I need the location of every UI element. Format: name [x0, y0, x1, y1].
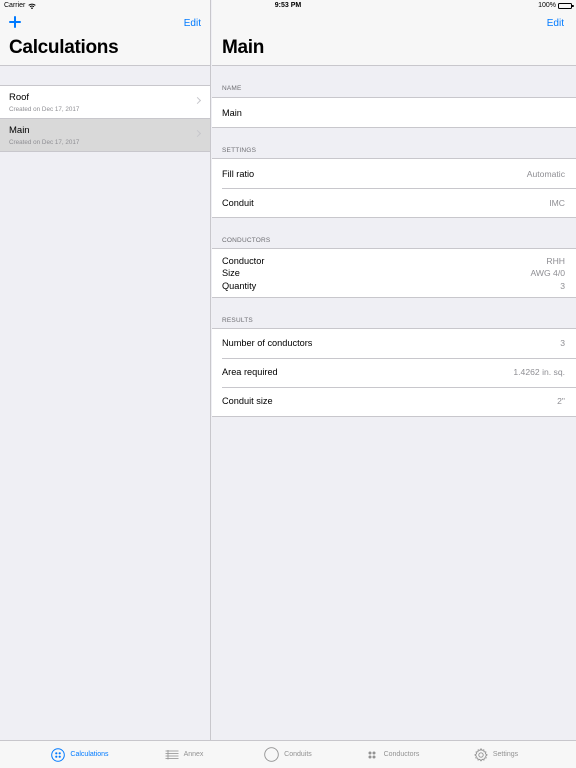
number-of-conductors-label: Number of conductors: [222, 338, 313, 349]
name-row[interactable]: Main: [212, 98, 576, 127]
battery-percent: 100%: [538, 2, 556, 9]
name-value: Main: [222, 107, 242, 118]
conduit-size-label: Conduit size: [222, 396, 273, 407]
tab-annex-label: Annex: [183, 751, 204, 758]
tab-settings-label: Settings: [492, 751, 519, 758]
calculation-date: Created on Dec 17, 2017: [9, 139, 80, 146]
quantity-line: Quantity 3: [222, 280, 565, 292]
fill-ratio-label: Fill ratio: [222, 168, 255, 179]
conductors-dots-icon: [365, 748, 379, 762]
tab-conductors-label: Conductors: [383, 751, 420, 758]
tab-calculations-label: Calculations: [70, 751, 109, 758]
battery-indicator: 100%: [538, 2, 574, 9]
master-title: Calculations: [9, 37, 119, 58]
section-header-name: NAME: [222, 85, 242, 92]
tab-bar: Calculations Annex Conduits Conductors S…: [0, 740, 576, 768]
number-of-conductors-row: Number of conductors 3: [212, 329, 576, 358]
settings-group: Fill ratio Automatic Conduit IMC: [212, 158, 576, 218]
detail-edit-button[interactable]: Edit: [547, 18, 564, 29]
conduit-circle-icon: [264, 747, 279, 762]
calculations-icon: [51, 747, 66, 762]
tab-conductors[interactable]: Conductors: [340, 748, 444, 762]
calculation-name: Roof: [9, 92, 30, 103]
size-value: AWG 4/0: [530, 268, 565, 279]
conduit-row[interactable]: Conduit IMC: [212, 188, 576, 217]
number-of-conductors-value: 3: [560, 338, 565, 349]
quantity-value: 3: [560, 280, 565, 291]
tab-annex[interactable]: Annex: [132, 748, 236, 762]
master-edit-button[interactable]: Edit: [184, 18, 201, 29]
master-pane: Edit Calculations Roof Created on Dec 17,…: [0, 0, 211, 740]
tab-conduits-label: Conduits: [284, 751, 312, 758]
name-group: Main: [212, 97, 576, 128]
tab-calculations[interactable]: Calculations: [28, 747, 132, 762]
fill-ratio-row[interactable]: Fill ratio Automatic: [212, 159, 576, 188]
section-header-settings: SETTINGS: [222, 147, 257, 154]
area-required-label: Area required: [222, 367, 278, 378]
conduit-size-row: Conduit size 2": [212, 386, 576, 416]
conduit-size-value: 2": [557, 396, 565, 407]
conductors-group: Conductor RHH Size AWG 4/0 Quantity 3: [212, 248, 576, 298]
chevron-right-icon: [193, 129, 202, 138]
chevron-right-icon: [193, 96, 202, 105]
tab-conduits[interactable]: Conduits: [236, 747, 340, 762]
status-time: 9:53 PM: [274, 2, 302, 9]
tab-settings[interactable]: Settings: [444, 747, 548, 762]
calculation-list-item[interactable]: Main Created on Dec 17, 2017: [0, 119, 210, 152]
conduit-value: IMC: [549, 197, 565, 208]
section-header-results: RESULTS: [222, 316, 253, 324]
add-calculation-button[interactable]: [8, 15, 22, 29]
area-required-value: 1.4262 in. sq.: [513, 367, 565, 378]
quantity-label: Quantity: [222, 280, 257, 291]
area-required-row: Area required 1.4262 in. sq.: [212, 357, 576, 387]
battery-icon: [558, 2, 574, 9]
calculation-list: Roof Created on Dec 17, 2017 Main Created o…: [0, 85, 210, 152]
results-group: Number of conductors 3 Area required 1.4…: [212, 327, 576, 417]
section-header-conductors: CONDUCTORS: [222, 237, 271, 244]
conductor-value: RHH: [546, 256, 565, 267]
gear-icon: [473, 747, 488, 762]
size-line: Size AWG 4/0: [222, 267, 565, 279]
conductor-entry[interactable]: Conductor RHH Size AWG 4/0 Quantity 3: [212, 249, 576, 297]
fill-ratio-value: Automatic: [526, 168, 565, 179]
size-label: Size: [222, 268, 240, 279]
annex-list-icon: [165, 748, 179, 762]
detail-pane: Edit Main NAME Main SETTINGS Fill ratio …: [212, 0, 576, 740]
conductor-line: Conductor RHH: [222, 255, 565, 267]
calculation-name: Main: [9, 125, 30, 136]
conduit-label: Conduit: [222, 197, 254, 208]
calculation-list-item[interactable]: Roof Created on Dec 17, 2017: [0, 86, 210, 119]
calculation-date: Created on Dec 17, 2017: [9, 106, 80, 113]
status-bar: Carrier 9:53 PM 100%: [0, 0, 576, 12]
conductor-label: Conductor: [222, 256, 265, 267]
detail-title: Main: [222, 37, 265, 58]
